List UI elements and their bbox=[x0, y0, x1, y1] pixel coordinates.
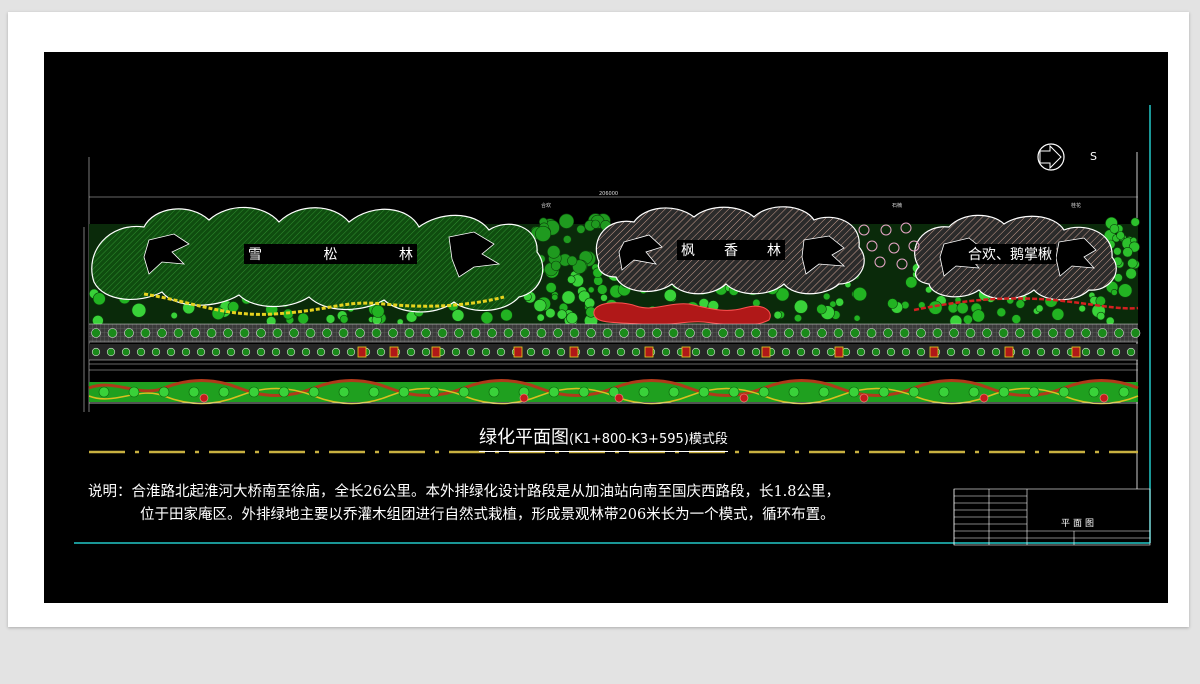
cad-canvas: 雪 松 林 枫 香 林 合欢、鹅掌楸 S 206000 合欢 石楠 桂花 绿化平… bbox=[44, 52, 1168, 603]
dimension-text: 206000 bbox=[599, 191, 619, 197]
title-block bbox=[953, 488, 1151, 546]
north-arrow-icon bbox=[1037, 143, 1065, 171]
tag-guihua: 桂花 bbox=[1071, 203, 1082, 209]
albizia-forest-label: 合欢、鹅掌楸 bbox=[964, 244, 1056, 264]
maple-forest-label: 枫 香 林 bbox=[677, 240, 785, 260]
pine-forest-label: 雪 松 林 bbox=[244, 244, 417, 264]
design-note-line2: 位于田家庵区。外排绿地主要以乔灌木组团进行自然式栽植，形成景观林带206米长为一… bbox=[140, 507, 835, 523]
drawing-title-sub: (K1+800-K3+595)模式段 bbox=[569, 432, 728, 447]
tag-shinan: 石楠 bbox=[892, 203, 903, 209]
north-label: S bbox=[1090, 150, 1097, 163]
title-block-name: 平面图 bbox=[1061, 519, 1098, 529]
drawing-title: 绿化平面图(K1+800-K3+595)模式段 bbox=[479, 427, 728, 452]
drawing-title-main: 绿化平面图 bbox=[479, 427, 569, 448]
page-frame: 雪 松 林 枫 香 林 合欢、鹅掌楸 S 206000 合欢 石楠 桂花 绿化平… bbox=[8, 12, 1189, 627]
tag-hehuan: 合欢 bbox=[541, 203, 552, 209]
design-note-line1: 说明：合淮路北起淮河大桥南至徐庙，全长26公里。本外排绿化设计路段是从加油站向南… bbox=[88, 484, 841, 500]
